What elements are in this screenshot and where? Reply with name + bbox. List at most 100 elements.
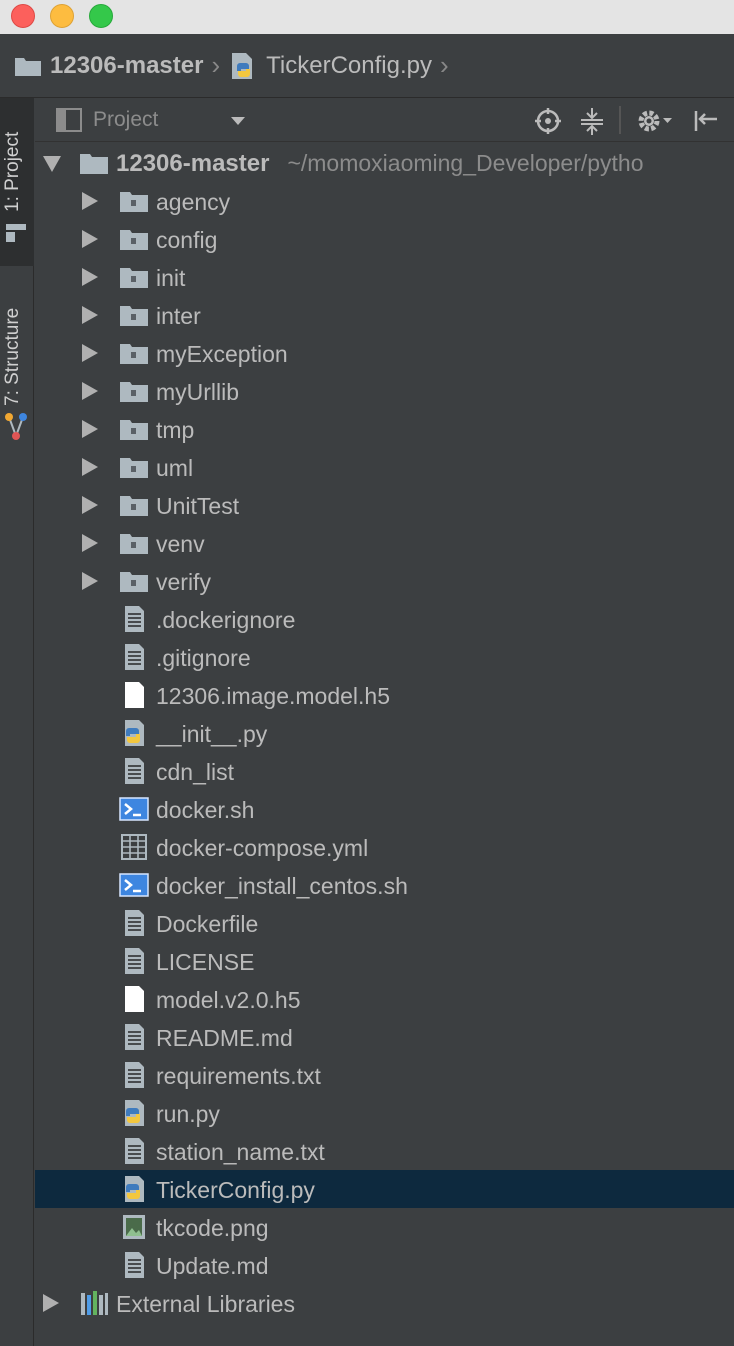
tree-file-row[interactable]: .dockerignore <box>35 600 734 638</box>
file-name: tkcode.png <box>156 1215 269 1241</box>
breadcrumb-project[interactable]: 12306-master <box>14 34 203 97</box>
tree-folder-row[interactable]: verify <box>35 562 734 600</box>
folder-icon <box>119 263 149 291</box>
collapse-all-icon[interactable] <box>577 106 607 136</box>
folder-icon <box>119 225 149 253</box>
locate-icon[interactable] <box>533 106 563 136</box>
close-window-button[interactable] <box>11 4 35 28</box>
chevron-right-icon[interactable] <box>82 572 100 590</box>
folder-name: inter <box>156 303 201 329</box>
file-name: .dockerignore <box>156 607 296 633</box>
chevron-right-icon[interactable] <box>82 420 100 438</box>
chevron-right-icon[interactable] <box>82 306 100 324</box>
file-name: Update.md <box>156 1253 269 1279</box>
chevron-right-icon[interactable] <box>82 458 100 476</box>
gear-icon[interactable] <box>635 106 675 136</box>
tree-file-row[interactable]: docker_install_centos.sh <box>35 866 734 904</box>
chevron-right-icon[interactable] <box>82 192 100 210</box>
breadcrumb-file[interactable]: TickerConfig.py <box>228 34 432 97</box>
tree-root-row[interactable]: 12306-master ~/momoxiaoming_Developer/pyt… <box>35 144 734 182</box>
view-mode-dropdown[interactable]: Project <box>55 104 255 136</box>
tree-file-row[interactable]: model.v2.0.h5 <box>35 980 734 1018</box>
chevron-down-icon[interactable] <box>43 156 61 174</box>
folder-name: uml <box>156 455 194 481</box>
chevron-right-icon[interactable] <box>82 268 100 286</box>
tree-folder-row[interactable]: config <box>35 220 734 258</box>
project-tree: 12306-master ~/momoxiaoming_Developer/pyt… <box>35 144 734 1322</box>
python-file-icon <box>119 1175 149 1203</box>
tree-folder-row[interactable]: inter <box>35 296 734 334</box>
folder-icon <box>15 57 41 76</box>
tree-file-row[interactable]: requirements.txt <box>35 1056 734 1094</box>
folder-icon <box>119 377 149 405</box>
structure-icon <box>5 413 27 440</box>
tree-external-libraries-row[interactable]: External Libraries <box>35 1284 734 1322</box>
file-name: __init__.py <box>156 721 268 747</box>
file-name: README.md <box>156 1025 293 1051</box>
chevron-right-icon[interactable] <box>82 496 100 514</box>
folder-icon <box>79 149 109 177</box>
tree-folder-row[interactable]: init <box>35 258 734 296</box>
file-name: run.py <box>156 1101 220 1127</box>
folder-name: myException <box>156 341 288 367</box>
chevron-right-icon[interactable] <box>82 230 100 248</box>
tree-file-row[interactable]: __init__.py <box>35 714 734 752</box>
project-panel-header: Project <box>35 98 734 142</box>
file-name: model.v2.0.h5 <box>156 987 301 1013</box>
chevron-right-icon[interactable] <box>82 382 100 400</box>
tree-folder-row[interactable]: myException <box>35 334 734 372</box>
chevron-right-icon[interactable] <box>82 344 100 362</box>
text-file-icon <box>119 947 149 975</box>
tree-file-row[interactable]: LICENSE <box>35 942 734 980</box>
file-name: LICENSE <box>156 949 255 975</box>
tree-file-row[interactable]: run.py <box>35 1094 734 1132</box>
file-name: Dockerfile <box>156 911 259 937</box>
folder-name: init <box>156 265 186 291</box>
library-icon <box>79 1289 109 1317</box>
tree-folder-row[interactable]: venv <box>35 524 734 562</box>
python-file-icon <box>119 1099 149 1127</box>
tree-file-row[interactable]: Update.md <box>35 1246 734 1284</box>
title-bar <box>0 0 734 34</box>
file-name: docker_install_centos.sh <box>156 873 408 899</box>
tree-folder-row[interactable]: uml <box>35 448 734 486</box>
chevron-right-icon[interactable] <box>82 534 100 552</box>
tree-folder-row[interactable]: myUrllib <box>35 372 734 410</box>
tree-file-row[interactable]: README.md <box>35 1018 734 1056</box>
shell-script-icon <box>119 795 149 823</box>
view-mode-label: Project <box>93 108 159 131</box>
project-tool-window-button[interactable]: 1: Project <box>0 98 34 266</box>
tree-file-row[interactable]: TickerConfig.py <box>35 1170 734 1208</box>
folder-icon <box>119 567 149 595</box>
breadcrumb-label: TickerConfig.py <box>266 51 432 79</box>
root-name: 12306-master <box>116 150 270 177</box>
structure-tool-window-label: 7: Structure <box>2 307 23 406</box>
chevron-right-icon[interactable] <box>43 1294 61 1312</box>
tree-file-row[interactable]: Dockerfile <box>35 904 734 942</box>
text-file-icon <box>119 1023 149 1051</box>
breadcrumb-label: 12306-master <box>50 51 204 79</box>
header-divider <box>619 106 621 134</box>
folder-name: agency <box>156 189 231 215</box>
tree-file-row[interactable]: cdn_list <box>35 752 734 790</box>
tree-file-row[interactable]: .gitignore <box>35 638 734 676</box>
tree-folder-row[interactable]: agency <box>35 182 734 220</box>
minimize-window-button[interactable] <box>50 4 74 28</box>
folder-icon <box>119 491 149 519</box>
tree-folder-row[interactable]: UnitTest <box>35 486 734 524</box>
tree-folder-row[interactable]: tmp <box>35 410 734 448</box>
tree-file-row[interactable]: tkcode.png <box>35 1208 734 1246</box>
zoom-window-button[interactable] <box>89 4 113 28</box>
tree-file-row[interactable]: docker-compose.yml <box>35 828 734 866</box>
project-panel: Project 12306-master ~/momoxiaoming_Deve… <box>35 98 734 1346</box>
tool-window-strip: 1: Project 7: Structure <box>0 98 34 1346</box>
folder-name: tmp <box>156 417 195 443</box>
text-file-icon <box>119 757 149 785</box>
project-icon <box>6 224 26 242</box>
hide-panel-icon[interactable] <box>691 106 721 136</box>
tree-file-row[interactable]: 12306.image.model.h5 <box>35 676 734 714</box>
structure-tool-window-button[interactable]: 7: Structure <box>0 284 34 444</box>
folder-name: venv <box>156 531 205 557</box>
tree-file-row[interactable]: docker.sh <box>35 790 734 828</box>
tree-file-row[interactable]: station_name.txt <box>35 1132 734 1170</box>
